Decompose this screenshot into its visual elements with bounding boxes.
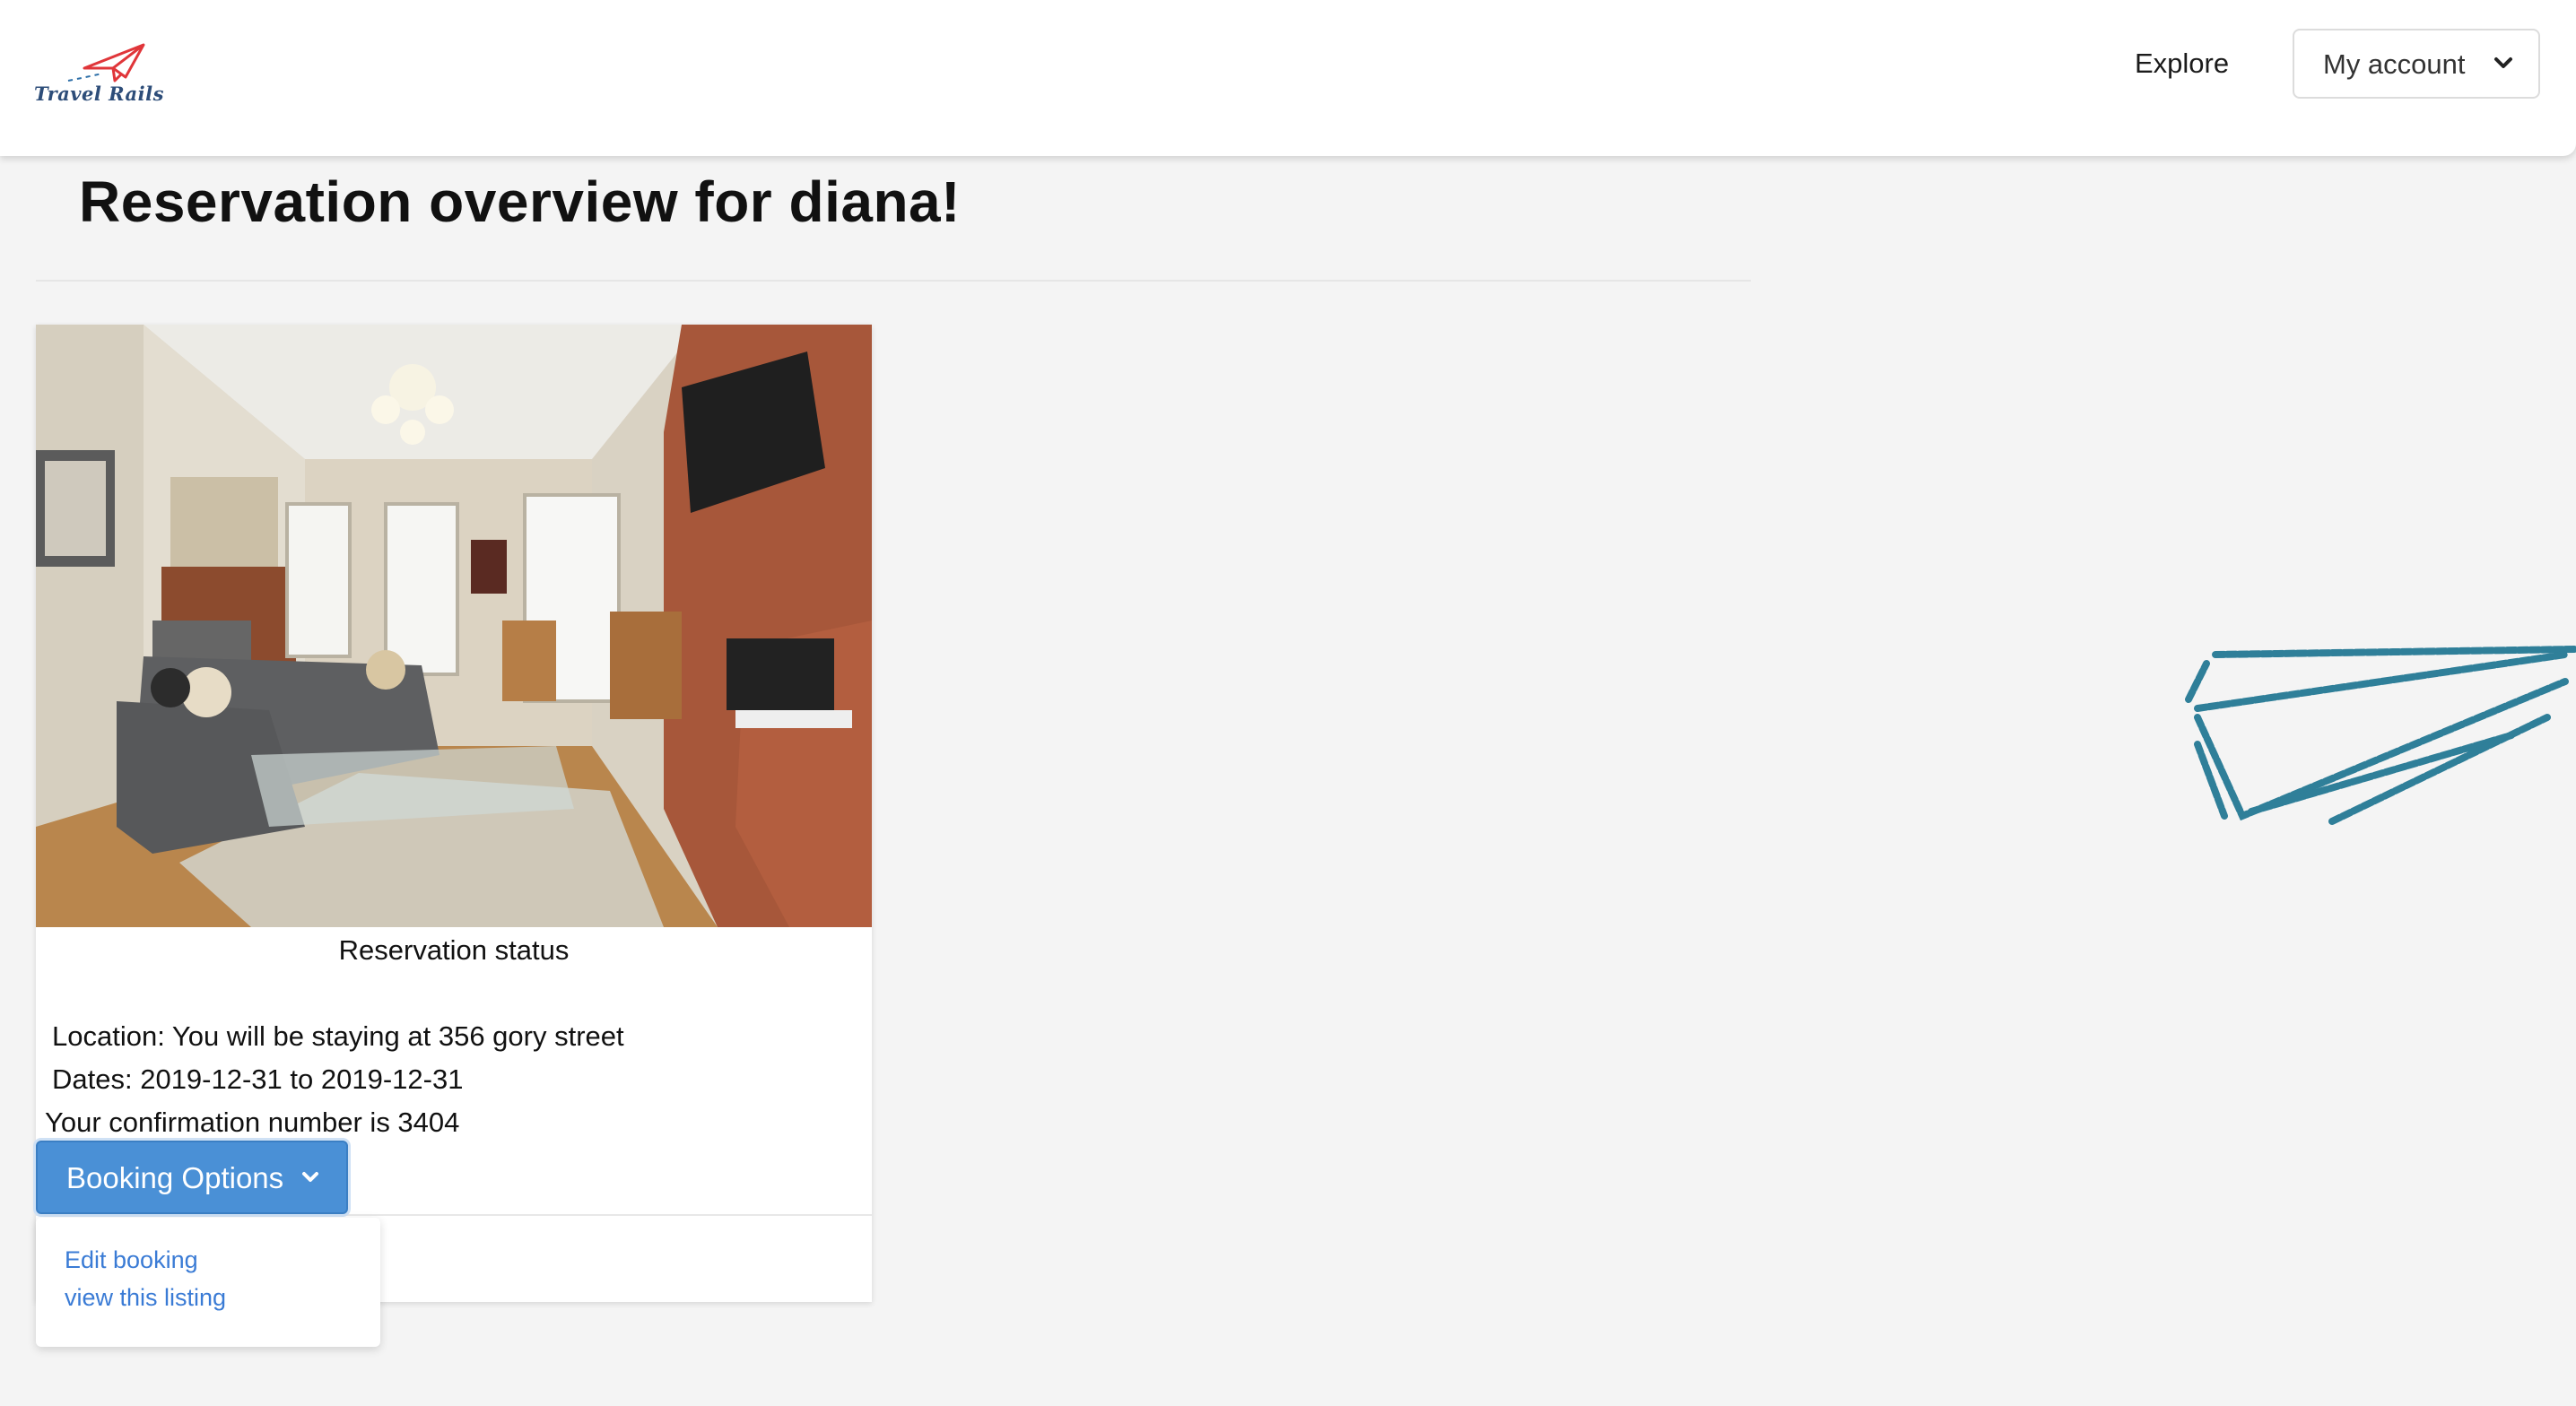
view-listing-link[interactable]: view this listing	[65, 1284, 226, 1312]
divider	[36, 280, 1751, 282]
booking-options-label: Booking Options	[66, 1161, 284, 1194]
my-account-dropdown[interactable]: My account	[2293, 29, 2540, 99]
page-title: Reservation overview for diana!	[79, 169, 961, 234]
chevron-down-icon	[302, 1172, 318, 1182]
travel-rails-logo[interactable]: Travel Rails	[32, 38, 185, 113]
my-account-label: My account	[2323, 48, 2466, 80]
confirmation-number: Your confirmation number is 3404	[45, 1107, 460, 1138]
reservation-dates: Dates: 2019-12-31 to 2019-12-31	[52, 1063, 464, 1095]
chevron-down-icon	[2494, 57, 2512, 68]
reservation-location: Location: You will be staying at 356 gor…	[52, 1020, 624, 1052]
listing-photo	[36, 325, 872, 927]
explore-link[interactable]: Explore	[2135, 45, 2229, 82]
edit-booking-link[interactable]: Edit booking	[65, 1246, 198, 1274]
booking-options-menu: Edit booking view this listing	[36, 1218, 380, 1347]
logo-text: Travel Rails	[34, 82, 164, 105]
divider	[36, 1214, 872, 1216]
reservation-status-label: Reservation status	[338, 934, 570, 966]
paper-plane-icon	[2185, 646, 2576, 825]
booking-options-button[interactable]: Booking Options	[36, 1141, 348, 1214]
top-navbar: Travel Rails Explore My account	[0, 0, 2576, 156]
